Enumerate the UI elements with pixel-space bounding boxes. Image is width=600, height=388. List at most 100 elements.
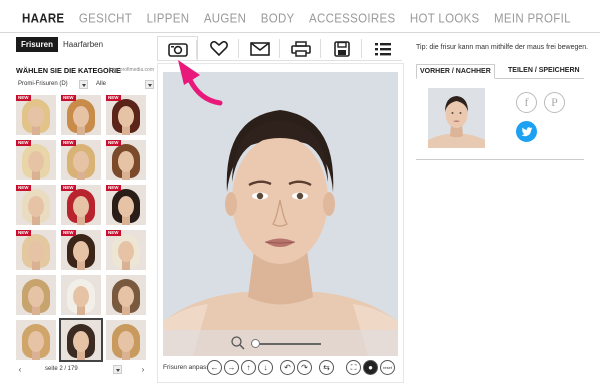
hairstyle-thumbnail[interactable]: NEW (16, 185, 56, 225)
silhouette-button[interactable]: ● (363, 360, 378, 375)
hairstyle-thumbnail[interactable]: NEW (106, 140, 146, 180)
thumbnail-face (118, 196, 134, 217)
tab-vorher-nachher[interactable]: VORHER / NACHHER (416, 64, 495, 79)
hairstyle-thumbnail[interactable]: NEW (16, 140, 56, 180)
move-up-button[interactable]: ↑ (241, 360, 256, 375)
subcategory-select-value: Alle (96, 81, 107, 87)
new-badge: NEW (106, 185, 121, 191)
tab-teilen-speichern[interactable]: TEILEN / SPEICHERN (505, 64, 583, 79)
new-badge: NEW (16, 230, 31, 236)
new-badge: NEW (16, 185, 31, 191)
expand-button[interactable]: → (224, 360, 239, 375)
page-indicator: seite 2 / 179 (45, 366, 78, 372)
thumbnail-face (118, 241, 134, 262)
prev-page-button[interactable]: ‹ (16, 365, 24, 374)
new-badge: NEW (16, 140, 31, 146)
subcategory-select[interactable]: Alle (94, 79, 154, 90)
top-navigation: HAARE GESICHT LIPPEN AUGEN BODY ACCESSOIRES HO… (0, 0, 600, 33)
new-badge: NEW (61, 140, 76, 146)
hairstyle-thumbnail[interactable] (16, 320, 56, 360)
hairstyle-thumbnail[interactable]: NEW (61, 140, 101, 180)
zoom-slider-handle[interactable] (250, 339, 260, 348)
rotate-left-button[interactable]: ↶ (280, 360, 295, 375)
nav-item-lippen[interactable]: LIPPEN (147, 12, 190, 25)
new-badge: NEW (106, 95, 121, 101)
hairstyle-thumbnail[interactable]: NEW (61, 230, 101, 270)
hairstyle-thumbnail[interactable]: NEW (61, 95, 101, 135)
list-icon (374, 42, 391, 55)
hairstyle-thumbnail[interactable] (106, 275, 146, 315)
new-badge: NEW (106, 230, 121, 236)
hairstyle-thumbnail[interactable]: NEW (61, 185, 101, 225)
category-select-value: Promi-Frisuren (D) (18, 81, 68, 87)
thumbnail-face (28, 151, 44, 172)
thumbnail-face (118, 106, 134, 127)
category-title: WÄHLEN SIE DIE KATEGORIE (16, 66, 121, 75)
twitter-icon[interactable] (516, 121, 537, 142)
hairstyle-thumbnail[interactable] (59, 318, 103, 362)
nav-item-mein-profil[interactable]: MEIN PROFIL (494, 12, 571, 25)
pink-arrow-icon (178, 60, 223, 106)
right-tabs: VORHER / NACHHER TEILEN / SPEICHERN (416, 64, 584, 79)
tab-frisuren[interactable]: Frisuren (16, 37, 59, 52)
thumbnail-face (28, 241, 44, 262)
mail-icon (249, 41, 270, 56)
floppy-disk-icon (333, 40, 350, 57)
thumbnail-face (73, 331, 89, 352)
hairstyle-thumbnail[interactable] (16, 275, 56, 315)
new-badge: NEW (16, 95, 31, 101)
pager: ‹ seite 2 / 179 › (16, 365, 147, 375)
thumbnail-face (73, 151, 89, 172)
thumbnail-face (73, 106, 89, 127)
printer-icon (290, 40, 311, 57)
hairstyle-thumbnail[interactable]: NEW (16, 230, 56, 270)
portrait-canvas[interactable] (163, 72, 398, 356)
nav-item-haare[interactable]: HAARE (22, 12, 64, 25)
pinterest-icon[interactable]: P (544, 92, 565, 113)
zoom-icon (231, 336, 245, 350)
portrait-image (163, 72, 398, 356)
hairstyle-thumbnail[interactable]: NEW (106, 185, 146, 225)
hairstyle-thumbnail[interactable] (106, 320, 146, 360)
nav-item-hot-looks[interactable]: HOT LOOKS (410, 12, 480, 25)
category-select[interactable]: Promi-Frisuren (D) (16, 79, 88, 90)
twitter-bird-glyph (520, 127, 532, 137)
save-button[interactable] (321, 36, 362, 61)
next-page-button[interactable]: › (139, 365, 147, 374)
hairstyle-thumbnail[interactable]: NEW (106, 95, 146, 135)
nav-item-accessoires[interactable]: ACCESSOIRES (309, 12, 395, 25)
new-badge: NEW (106, 140, 121, 146)
rotate-right-button[interactable]: ↷ (297, 360, 312, 375)
shrink-button[interactable]: ← (207, 360, 222, 375)
preview-portrait (428, 88, 485, 148)
hairstyle-thumbnail[interactable] (61, 275, 101, 315)
page-select[interactable] (113, 365, 122, 374)
fit-button[interactable]: ⛶ (346, 360, 361, 375)
before-after-preview[interactable] (428, 88, 485, 148)
thumbnail-face (118, 286, 134, 307)
facebook-icon[interactable]: f (516, 92, 537, 113)
move-down-button[interactable]: ↓ (258, 360, 273, 375)
thumbnail-face (28, 286, 44, 307)
zoom-bar (163, 330, 398, 356)
chevron-down-icon (79, 80, 88, 89)
reset-button[interactable]: reset (380, 360, 395, 375)
category-header: WÄHLEN SIE DIE KATEGORIE foto: profimedi… (16, 66, 154, 75)
flip-button[interactable]: ⇆ (319, 360, 334, 375)
list-button[interactable] (362, 36, 403, 61)
hair-subtabs: Frisuren Haarfarben (16, 37, 108, 52)
thumbnail-face (28, 106, 44, 127)
tab-haarfarben[interactable]: Haarfarben (58, 37, 108, 52)
nav-item-gesicht[interactable]: GESICHT (79, 12, 132, 25)
nav-list: HAARE GESICHT LIPPEN AUGEN BODY ACCESSOIRES HO… (22, 12, 585, 25)
print-button[interactable] (280, 36, 321, 61)
nav-item-body[interactable]: BODY (261, 12, 295, 25)
category-filters: Promi-Frisuren (D) Alle (16, 79, 154, 90)
zoom-slider-track[interactable] (251, 343, 321, 345)
nav-item-augen[interactable]: AUGEN (204, 12, 246, 25)
hairstyle-thumbnail[interactable]: NEW (16, 95, 56, 135)
right-panel-divider (416, 159, 584, 160)
thumbnail-face (28, 331, 44, 352)
mail-button[interactable] (239, 36, 280, 61)
hairstyle-thumbnail[interactable]: NEW (106, 230, 146, 270)
